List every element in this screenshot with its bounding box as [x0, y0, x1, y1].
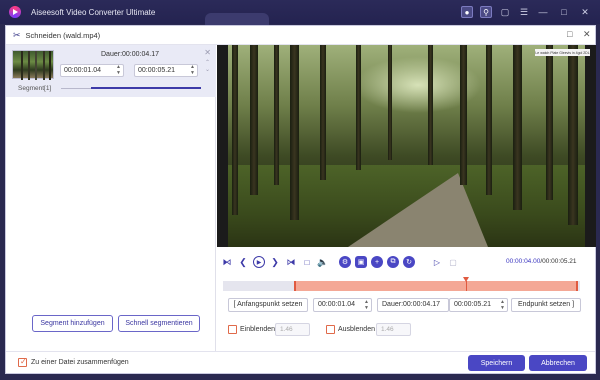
tree-trunk: [320, 45, 326, 180]
top-tab-pill[interactable]: [205, 13, 269, 25]
fade-out-duration[interactable]: 1.46: [376, 323, 411, 336]
bracket-left-icon: [: [233, 301, 236, 308]
segment-range-fill: [91, 87, 201, 89]
tree-trunk: [290, 45, 299, 220]
set-end-button[interactable]: Endpunkt setzen ]: [511, 298, 581, 312]
segment-close-icon[interactable]: ✕: [204, 48, 211, 57]
timeline-track[interactable]: [223, 277, 580, 291]
key-icon[interactable]: ⚲: [480, 6, 492, 18]
segment-label: Segment[1]: [18, 85, 52, 92]
merge-label: Zu einer Datei zusammenfügen: [31, 359, 129, 366]
tree-trunk: [428, 45, 433, 165]
app-logo-icon: [9, 6, 21, 18]
close-app-button[interactable]: ✕: [579, 7, 591, 18]
merge-checkbox[interactable]: [18, 357, 27, 367]
dialog-close-icon[interactable]: ✕: [583, 29, 591, 40]
end-time-value: 00:00:05.21: [454, 301, 491, 308]
split-icon[interactable]: ▣: [355, 256, 367, 268]
skip-end-icon[interactable]: ⧒: [285, 256, 297, 268]
tree-trunk: [486, 45, 492, 195]
segment-end-value: 00:00:05.21: [138, 67, 175, 74]
timeline-selection[interactable]: [294, 281, 578, 291]
tree-trunk: [250, 45, 258, 195]
stepper-icon[interactable]: ▲ ▼: [116, 64, 121, 76]
stepper-icon[interactable]: ▲ ▼: [190, 64, 195, 76]
chevron-up-icon[interactable]: ⌃: [205, 59, 210, 66]
app-title-bar: Aiseesoft Video Converter Ultimate ● ⚲ ▢…: [0, 0, 600, 25]
tree-trunk: [232, 45, 238, 215]
fade-in-checkbox[interactable]: [228, 325, 237, 334]
tree-trunk: [388, 45, 392, 160]
video-preview[interactable]: Le watch Plate Gleevis in 4gol 2DL: [217, 45, 596, 247]
cancel-button[interactable]: Abbrechen: [529, 355, 587, 371]
tree-trunk: [356, 45, 361, 170]
duplicate-icon[interactable]: ⧉: [387, 256, 399, 268]
segment-start-field[interactable]: 00:00:01.04 ▲ ▼: [60, 64, 124, 77]
preview-watermark: Le watch Plate Gleevis in 4gol 2DL: [535, 49, 590, 56]
tree-trunk: [513, 45, 522, 210]
scissors-icon: ✂: [13, 29, 21, 40]
bracket-right-icon: ]: [572, 301, 575, 308]
fade-in-duration[interactable]: 1.46: [275, 323, 310, 336]
quick-split-button[interactable]: Schnell segmentieren: [118, 315, 200, 332]
total-time: /00:00:05.21: [540, 258, 577, 265]
tree-trunk: [546, 45, 553, 200]
next-frame-icon[interactable]: ❯: [269, 256, 281, 268]
fade-out-checkbox[interactable]: [326, 325, 335, 334]
add-icon[interactable]: +: [371, 256, 383, 268]
start-time-value: 00:00:01.04: [318, 301, 355, 308]
time-readout: 00:00:04.00/00:00:05.21: [506, 258, 577, 265]
segment-panel: Dauer:00:00:04.17 00:00:01.04 ▲ ▼ 00:00:0…: [6, 45, 216, 351]
start-time-field[interactable]: 00:00:01.04 ▲ ▼: [313, 298, 372, 312]
dialog-maximize-icon[interactable]: □: [567, 29, 572, 39]
maximize-button[interactable]: □: [558, 7, 570, 17]
duration-field[interactable]: Dauer:00:00:04.17: [377, 298, 449, 312]
fade-out-value: 1.46: [381, 326, 394, 333]
save-button[interactable]: Speichern: [468, 355, 525, 371]
prev-frame-icon[interactable]: ❮: [237, 256, 249, 268]
minimize-button[interactable]: —: [537, 7, 549, 17]
dialog-footer: Zu einer Datei zusammenfügen Speichern A…: [6, 351, 595, 374]
add-segment-button[interactable]: Segment hinzufügen: [32, 315, 113, 332]
segment-start-value: 00:00:01.04: [64, 67, 101, 74]
forest-path: [348, 173, 488, 247]
chat-icon[interactable]: ▢: [499, 6, 511, 18]
set-end-label: Endpunkt setzen: [517, 301, 571, 308]
fade-out-label: Ausblenden: [338, 326, 375, 333]
app-title: Aiseesoft Video Converter Ultimate: [31, 7, 156, 17]
skip-start-icon[interactable]: ⧑: [221, 256, 233, 268]
copy-segment-icon[interactable]: ⚙: [339, 256, 351, 268]
tree-trunk: [568, 45, 578, 225]
playhead-line: [466, 281, 467, 291]
segment-duration: Dauer:00:00:04.17: [101, 51, 159, 58]
stop-icon[interactable]: □: [301, 256, 313, 268]
chevron-down-icon[interactable]: ⌄: [205, 66, 210, 73]
video-frame: [228, 45, 585, 247]
segment-card[interactable]: Dauer:00:00:04.17 00:00:01.04 ▲ ▼ 00:00:0…: [6, 45, 216, 97]
dialog-title-bar: ✂ Schneiden (wald.mp4) □ ✕: [6, 26, 595, 45]
set-start-button[interactable]: [ Anfangspunkt setzen: [228, 298, 308, 312]
user-icon[interactable]: ●: [461, 6, 473, 18]
menu-icon[interactable]: ☰: [518, 6, 530, 18]
play-icon[interactable]: ▶: [253, 256, 265, 268]
set-start-label: Anfangspunkt setzen: [237, 301, 303, 308]
duration-value: Dauer:00:00:04.17: [382, 301, 440, 308]
tree-trunk: [460, 45, 467, 185]
segment-end-field[interactable]: 00:00:05.21 ▲ ▼: [134, 64, 198, 77]
volume-icon[interactable]: 🔈: [317, 256, 329, 268]
dialog-title: Schneiden (wald.mp4): [25, 30, 101, 40]
play-segment-icon[interactable]: ▷: [431, 256, 443, 268]
current-time: 00:00:04.00: [506, 258, 541, 265]
tree-trunk: [274, 45, 279, 185]
end-time-field[interactable]: 00:00:05.21 ▲ ▼: [449, 298, 508, 312]
fade-in-label: Einblenden: [240, 326, 276, 333]
cut-dialog: ✂ Schneiden (wald.mp4) □ ✕ Dauer:00:00:0…: [5, 25, 596, 374]
loop-icon[interactable]: ▢: [447, 256, 459, 268]
segment-thumbnail: [12, 50, 54, 80]
app-toolbar: ● ⚲ ▢ ☰ — □ ✕: [461, 0, 600, 24]
fade-in-value: 1.46: [280, 326, 293, 333]
stepper-icon[interactable]: ▲ ▼: [500, 299, 505, 311]
stepper-icon[interactable]: ▲ ▼: [364, 299, 369, 311]
reset-icon[interactable]: ↻: [403, 256, 415, 268]
